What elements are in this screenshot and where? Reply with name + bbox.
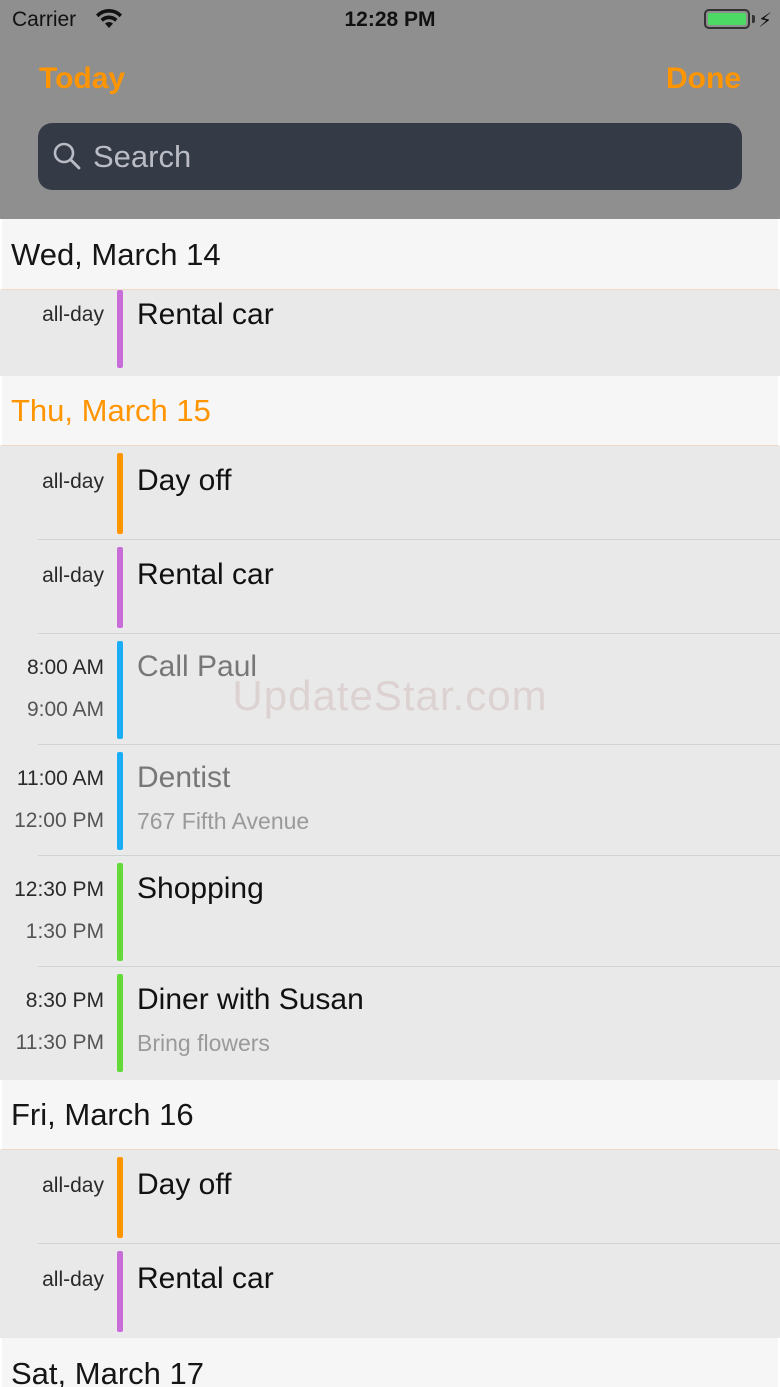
status-bar: Carrier 12:28 PM ⚡ [0, 0, 780, 40]
search-input[interactable] [93, 123, 723, 190]
calendar-color-bar [117, 863, 123, 961]
event-row[interactable]: all-day Day off [0, 1150, 780, 1244]
event-time-start: 8:00 AM [26, 656, 104, 679]
search-icon [53, 142, 81, 170]
event-row[interactable]: 12:30 PM 1:30 PM Shopping [0, 856, 780, 967]
event-title: Rental car [137, 298, 274, 331]
calendar-color-bar [117, 752, 123, 850]
section-header-today: Thu, March 15 [0, 376, 780, 446]
event-row[interactable]: all-day Rental car [0, 290, 780, 376]
event-title: Day off [137, 1168, 232, 1201]
agenda-list: Wed, March 14 all-day Rental car Thu, Ma… [0, 219, 780, 1387]
event-time-start: all-day [42, 303, 104, 326]
event-title: Rental car [137, 558, 274, 591]
calendar-color-bar [117, 453, 123, 534]
event-location: 767 Fifth Avenue [137, 808, 310, 834]
charging-icon: ⚡ [758, 10, 773, 32]
calendar-color-bar [117, 1157, 123, 1238]
event-row[interactable]: all-day Rental car [0, 1244, 780, 1338]
event-time-start: all-day [42, 1268, 104, 1291]
event-time-start: 8:30 PM [25, 989, 104, 1012]
top-bar: Carrier 12:28 PM ⚡ Today Done [0, 0, 780, 219]
event-notes: Bring flowers [137, 1030, 270, 1056]
event-time-end: 11:30 PM [15, 1031, 104, 1054]
event-row[interactable]: all-day Rental car [0, 540, 780, 634]
event-row[interactable]: 8:00 AM 9:00 AM Call Paul [0, 634, 780, 745]
event-time-start: 11:00 AM [16, 767, 104, 790]
battery-icon [704, 9, 750, 29]
event-title: Dentist [137, 761, 231, 794]
search-bar[interactable] [38, 123, 742, 190]
event-time-start: 12:30 PM [14, 878, 104, 901]
event-row[interactable]: 11:00 AM 12:00 PM Dentist 767 Fifth Aven… [0, 745, 780, 856]
event-time-start: all-day [42, 470, 104, 493]
calendar-color-bar [117, 641, 123, 739]
event-title: Diner with Susan [137, 983, 364, 1016]
done-button[interactable]: Done [666, 62, 741, 96]
calendar-color-bar [117, 974, 123, 1072]
event-time-end: 1:30 PM [25, 920, 104, 943]
status-time: 12:28 PM [344, 8, 436, 31]
event-title: Rental car [137, 1262, 274, 1295]
event-row[interactable]: all-day Day off [0, 446, 780, 540]
calendar-color-bar [117, 290, 123, 368]
event-title: Day off [137, 464, 232, 497]
today-button[interactable]: Today [39, 62, 125, 96]
section-header: Sat, March 17 [0, 1338, 780, 1387]
section-header: Wed, March 14 [0, 219, 780, 290]
event-time-start: all-day [42, 1174, 104, 1197]
event-time-end: 9:00 AM [26, 698, 104, 721]
event-title: Shopping [137, 872, 264, 905]
event-time-end: 12:00 PM [14, 809, 104, 832]
event-title: Call Paul [137, 650, 258, 683]
calendar-color-bar [117, 1251, 123, 1332]
battery-nub [752, 15, 755, 23]
calendar-color-bar [117, 547, 123, 628]
section-header: Fri, March 16 [0, 1080, 780, 1150]
event-row[interactable]: 8:30 PM 11:30 PM Diner with Susan Bring … [0, 967, 780, 1080]
event-time-start: all-day [42, 564, 104, 587]
